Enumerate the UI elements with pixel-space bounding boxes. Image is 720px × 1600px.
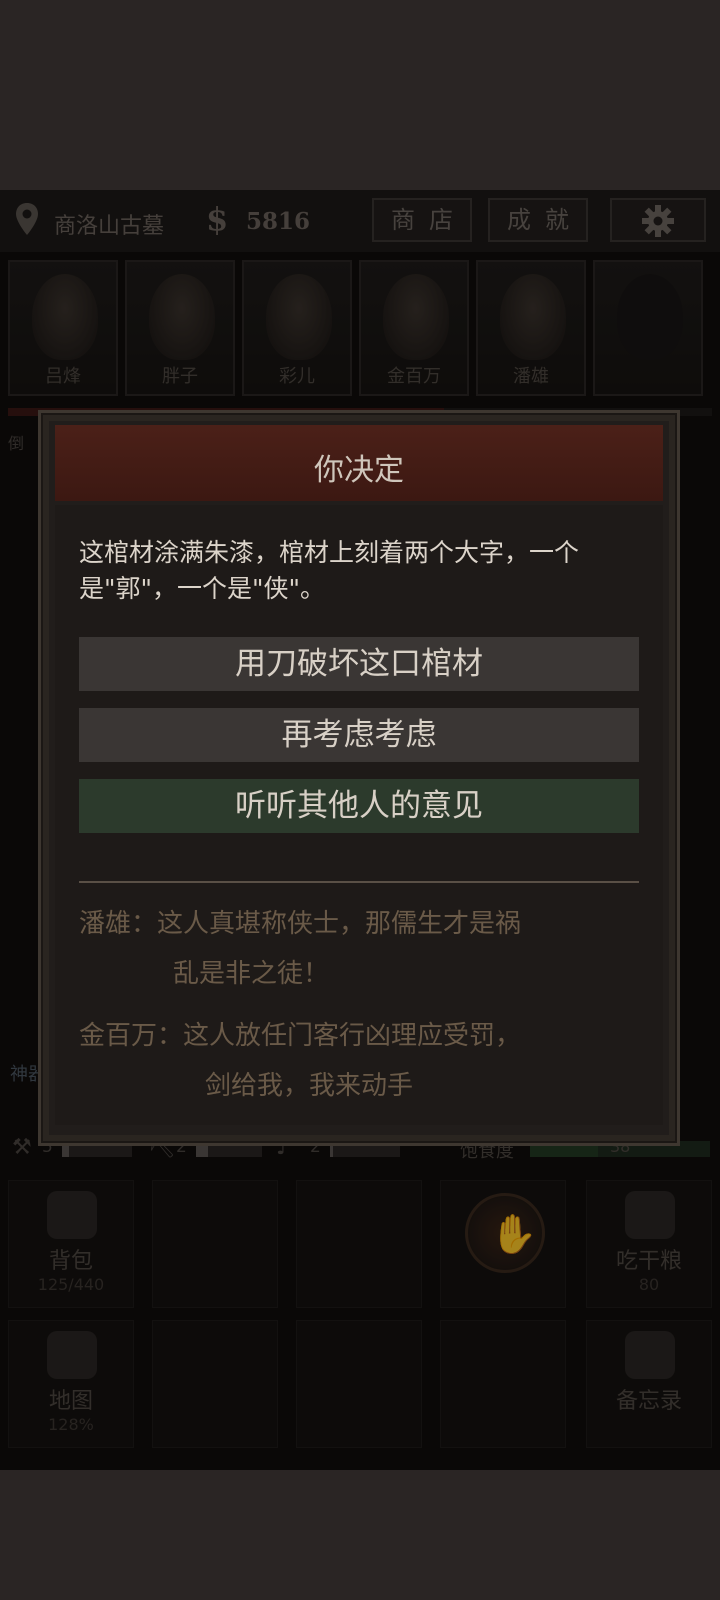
comment-line: 乱是非之徒！ [173,959,330,989]
choice-ask-others-button[interactable]: 听听其他人的意见 [79,779,639,833]
comment-panxiong: 潘雄：这人真堪称侠士，那儒生才是祸 乱是非之徒！ [79,899,639,999]
comment-line: 这人放任门客行凶理应受罚， [183,1021,522,1051]
decision-dialog: 你决定 这棺材涂满朱漆，棺材上刻着两个大字，一个是"郭"，一个是"侠"。 用刀破… [38,410,680,1146]
comment-jinbaiwan: 金百万：这人放任门客行凶理应受罚， 剑给我，我来动手 [79,1011,639,1111]
comment-line: 剑给我，我来动手 [205,1071,414,1101]
dialog-title: 你决定 [314,453,404,488]
comment-speaker: 潘雄： [79,909,158,939]
divider [79,881,639,883]
status-bar-area [0,0,720,190]
choice-break-coffin-button[interactable]: 用刀破坏这口棺材 [79,637,639,691]
dialog-description: 这棺材涂满朱漆，棺材上刻着两个大字，一个是"郭"，一个是"侠"。 [79,538,580,603]
dialog-header: 你决定 [55,425,663,501]
choice-reconsider-button[interactable]: 再考虑考虑 [79,708,639,762]
dialog-body: 这棺材涂满朱漆，棺材上刻着两个大字，一个是"郭"，一个是"侠"。 用刀破坏这口棺… [55,505,663,1125]
navigation-bar-area [0,1470,720,1600]
comment-line: 这人真堪称侠士，那儒生才是祸 [157,909,522,939]
comment-speaker: 金百万： [79,1021,184,1051]
